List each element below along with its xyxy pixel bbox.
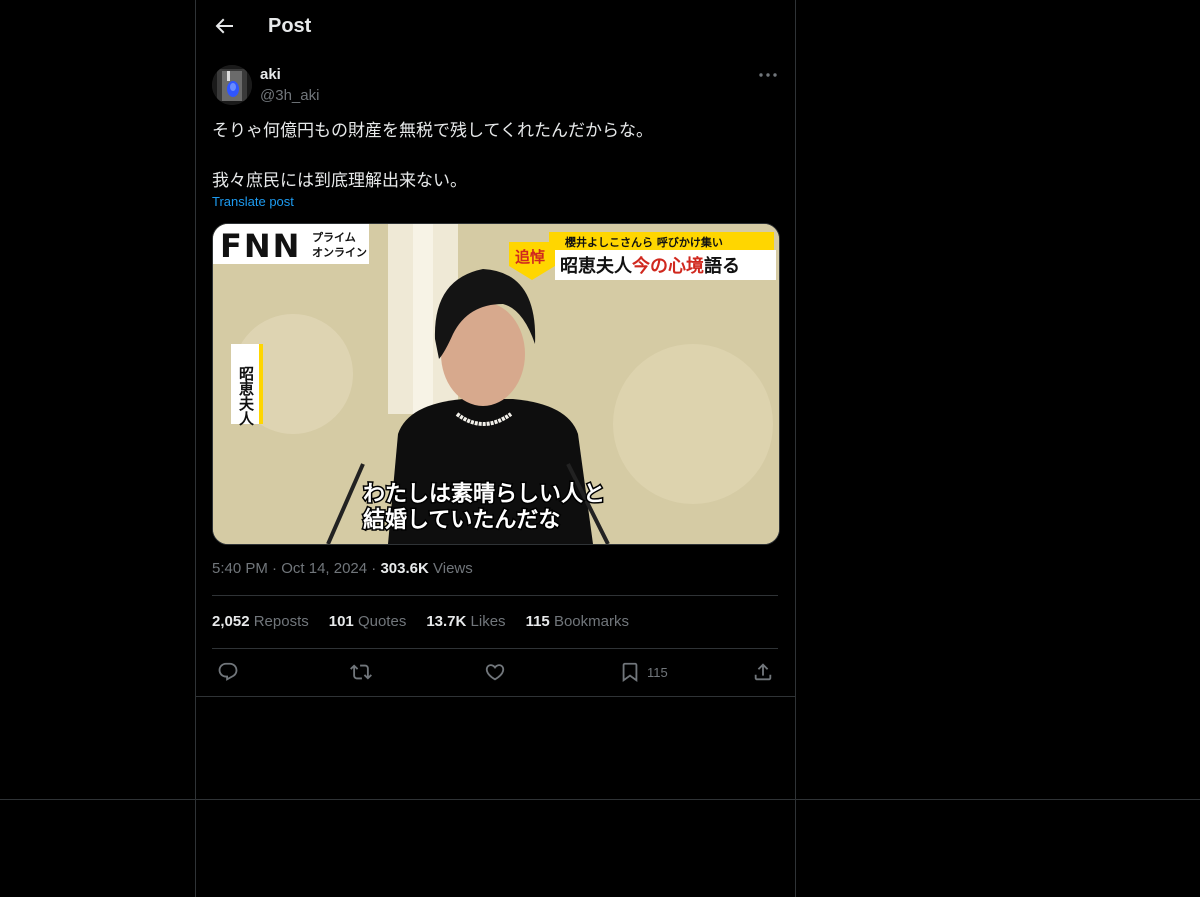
bottom-divider [0,799,1200,800]
post-meta: 5:40 PM · Oct 14, 2024 · 303.6K Views [212,560,473,577]
side-name-label: 昭恵夫人 [237,366,255,426]
reply-button[interactable] [217,660,239,684]
repost-icon [350,664,372,680]
arrow-left-icon [215,18,233,34]
stat-likes[interactable]: 13.7K Likes [426,613,505,630]
stat-label: Likes [470,613,506,630]
stat-value: 13.7K [426,613,467,630]
stat-value: 2,052 [212,613,250,630]
stat-bookmarks[interactable]: 115 Bookmarks [526,613,629,630]
banner-top-text: 櫻井よしこさんら 呼びかけ集い [564,235,723,249]
stat-label: Bookmarks [553,613,629,630]
page-header: Post [196,0,795,53]
stat-value: 115 [525,613,550,630]
main-column: Post aki @3h_aki そりゃ何億円もの財産を無税で残してくれたんだか… [195,0,796,897]
page-title: Post [268,15,312,37]
post-text-line-1: そりゃ何億円もの財産を無税で残してくれたんだからな。 [212,121,653,140]
back-button[interactable] [212,14,236,38]
subtitle-line-1: わたしは素晴らしい人と [363,481,605,507]
post-media-video[interactable]: FNN プライム オンライン 追悼 櫻井よしこさんら 呼びかけ集い 昭恵夫人今の… [212,223,780,545]
like-button[interactable] [484,660,506,684]
stat-reposts[interactable]: 2,052 Reposts [212,613,309,630]
divider [196,696,795,697]
engagement-stats: 2,052 Reposts 101 Quotes 13.7K Likes 115… [212,613,629,630]
views-count: 303.6K [380,560,429,577]
post-text: そりゃ何億円もの財産を無税で残してくれたんだからな。 我々庶民には到底理解出来な… [212,118,777,193]
post-date[interactable]: Oct 14, 2024 [281,560,367,577]
post-time[interactable]: 5:40 PM [212,560,268,577]
action-bar: 115 [196,656,795,688]
stat-quotes[interactable]: 101 Quotes [329,613,407,630]
reply-icon [218,662,238,681]
stat-label: Quotes [357,613,407,630]
more-icon [759,73,777,77]
svg-text:昭恵夫人今の心境語る: 昭恵夫人今の心境語る [560,255,740,277]
bookmark-button[interactable]: 115 [619,660,668,684]
fnn-logo-letters: FNN [220,227,301,265]
fnn-logo-sub-2: オンライン [312,246,367,259]
banner-main-a: 昭恵夫人 [560,255,633,277]
author-name[interactable]: aki [260,66,281,83]
views-label: Views [433,560,473,577]
author-handle[interactable]: @3h_aki [260,87,319,104]
video-frame: FNN プライム オンライン 追悼 櫻井よしこさんら 呼びかけ集い 昭恵夫人今の… [213,224,779,544]
stat-value: 101 [328,613,354,630]
share-icon [754,663,772,681]
bookmark-count: 115 [647,664,668,680]
meta-dot-1: · [272,560,278,577]
fnn-logo-sub-1: プライム [312,230,356,244]
stat-label: Reposts [253,613,309,630]
heart-icon [485,664,505,681]
translate-post-link[interactable]: Translate post [212,194,294,209]
banner-main-b: 今の心境 [632,255,704,277]
more-options-button[interactable] [756,64,780,86]
meta-dot-2: · [371,560,377,577]
avatar-image [212,65,252,105]
post-text-line-2: 我々庶民には到底理解出来ない。 [212,171,467,190]
divider [212,648,778,649]
share-button[interactable] [752,660,774,684]
banner-main-c: 語る [704,255,740,277]
divider [212,595,778,596]
avatar[interactable] [212,65,252,105]
repost-button[interactable] [350,660,372,684]
bookmark-icon [622,662,638,683]
breaking-badge: 追悼 [515,248,545,266]
subtitle-line-2: 結婚していたんだな [363,507,560,533]
